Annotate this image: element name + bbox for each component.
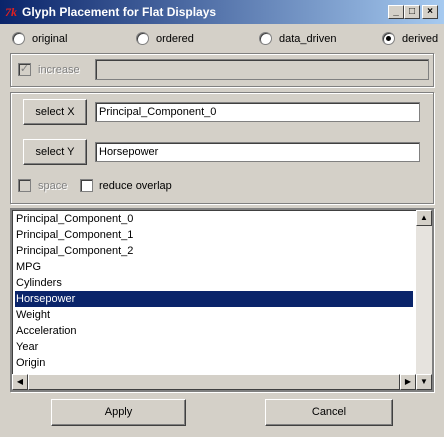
list-item[interactable]: Year xyxy=(15,339,414,355)
radio-original-label[interactable]: original xyxy=(32,32,67,46)
list-item[interactable]: Weight xyxy=(15,307,414,323)
list-item[interactable]: Origin xyxy=(15,355,414,371)
increase-field[interactable] xyxy=(95,59,429,80)
reduce-overlap-checkbox[interactable] xyxy=(80,179,93,192)
radio-ordered-label[interactable]: ordered xyxy=(156,32,194,46)
scroll-right-button[interactable]: ▶ xyxy=(400,374,416,390)
reduce-overlap-label[interactable]: reduce overlap xyxy=(99,179,172,193)
close-icon: × xyxy=(427,6,433,17)
list-item[interactable]: Principal_Component_0 xyxy=(15,211,414,227)
minimize-icon: _ xyxy=(393,6,399,17)
app-icon[interactable]: 7k xyxy=(5,4,21,20)
apply-button[interactable]: Apply xyxy=(51,399,186,426)
select-y-button[interactable]: select Y xyxy=(23,139,87,165)
scroll-left-icon: ◀ xyxy=(16,377,24,386)
x-axis-field[interactable]: Principal_Component_0 xyxy=(95,102,420,122)
radio-derived-label[interactable]: derived xyxy=(402,32,438,46)
increase-label: increase xyxy=(38,64,80,76)
radio-derived[interactable] xyxy=(382,32,395,45)
radio-data-driven-label[interactable]: data_driven xyxy=(279,32,337,46)
y-axis-field[interactable]: Horsepower xyxy=(95,142,420,162)
space-label: space xyxy=(38,180,68,192)
list-item[interactable]: Principal_Component_2 xyxy=(15,243,414,259)
list-item-selected[interactable]: Horsepower xyxy=(15,291,413,307)
attribute-listbox[interactable]: Principal_Component_0 Principal_Componen… xyxy=(11,209,433,391)
scroll-up-button[interactable]: ▲ xyxy=(416,210,432,226)
list-item[interactable]: MPG xyxy=(15,259,414,275)
minimize-button[interactable]: _ xyxy=(388,5,404,19)
maximize-button[interactable]: □ xyxy=(404,5,420,19)
scroll-down-button[interactable]: ▼ xyxy=(416,374,432,390)
scroll-down-icon: ▼ xyxy=(420,377,428,386)
close-button[interactable]: × xyxy=(422,5,438,19)
increase-checkbox[interactable]: ✓ xyxy=(18,63,31,76)
radio-original[interactable] xyxy=(12,32,25,45)
radio-ordered[interactable] xyxy=(136,32,149,45)
vertical-scrollbar[interactable] xyxy=(416,210,432,374)
radio-data-driven[interactable] xyxy=(259,32,272,45)
space-checkbox[interactable] xyxy=(18,179,31,192)
scroll-right-icon: ▶ xyxy=(404,377,412,386)
scroll-up-icon: ▲ xyxy=(420,213,428,222)
cancel-button[interactable]: Cancel xyxy=(265,399,393,426)
list-item[interactable]: Cylinders xyxy=(15,275,414,291)
list-item[interactable]: Acceleration xyxy=(15,323,414,339)
window-title: Glyph Placement for Flat Displays xyxy=(22,5,217,19)
list-item[interactable]: Principal_Component_1 xyxy=(15,227,414,243)
select-x-button[interactable]: select X xyxy=(23,99,87,125)
horizontal-scroll-thumb[interactable] xyxy=(28,374,400,390)
maximize-icon: □ xyxy=(408,6,416,17)
scroll-left-button[interactable]: ◀ xyxy=(12,374,28,390)
